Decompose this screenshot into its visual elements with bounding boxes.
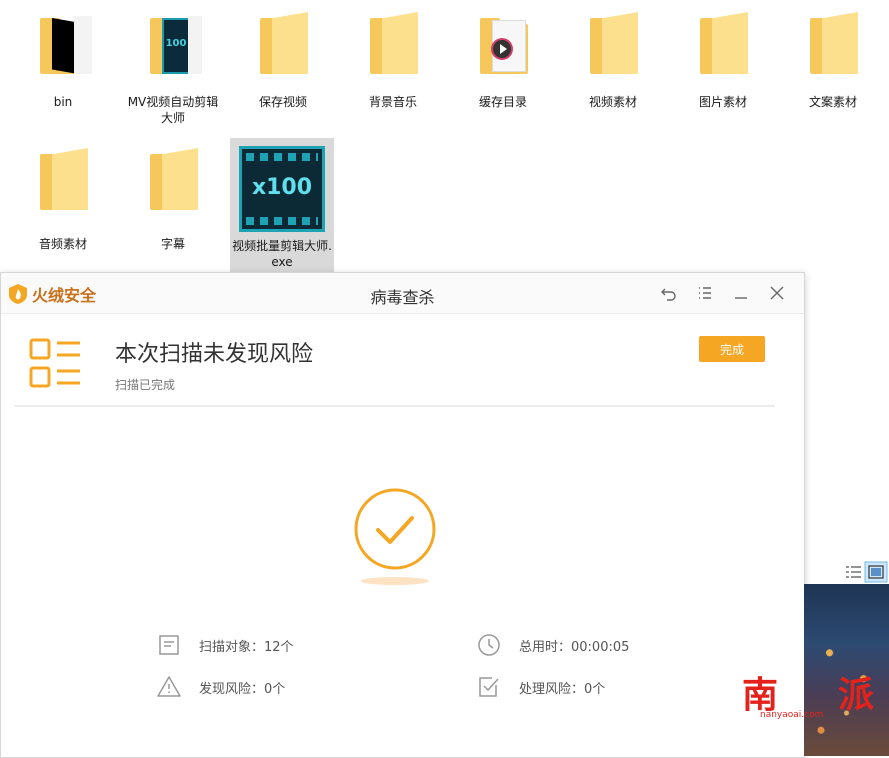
folder-text-assets[interactable]: 文案素材 xyxy=(784,10,882,130)
minimize-icon xyxy=(735,297,747,299)
undo-icon xyxy=(661,288,676,301)
clock-icon xyxy=(478,634,500,656)
back-button[interactable] xyxy=(659,283,679,303)
folder-icon xyxy=(476,10,532,78)
checkbox-icon xyxy=(479,677,499,697)
file-label: 背景音乐 xyxy=(368,95,417,109)
file-label: bin xyxy=(53,95,73,109)
divider xyxy=(15,405,775,407)
result-title: 本次扫描未发现风险 xyxy=(115,342,314,367)
stat-risks-found: 发现风险：0个 xyxy=(157,675,285,699)
preview-image xyxy=(804,584,889,756)
file-label: 缓存目录 xyxy=(478,95,527,109)
stat-risks-handled: 处理风险：0个 xyxy=(477,675,605,699)
file-label: 视频批量剪辑大师.exe xyxy=(232,239,332,269)
document-icon xyxy=(159,635,179,655)
stat-scan-objects: 扫描对象：12个 xyxy=(157,633,294,657)
result-subtitle: 扫描已完成 xyxy=(115,378,176,392)
watermark-url: nanyaoai.com xyxy=(760,710,824,720)
details-view-icon xyxy=(846,566,861,578)
folder-icon: 100 xyxy=(146,10,202,78)
folder-icon xyxy=(36,10,92,78)
stat-text: 发现风险：0个 xyxy=(199,681,286,697)
folder-audio-assets[interactable]: 音频素材 xyxy=(14,146,112,262)
file-label: 图片素材 xyxy=(698,95,747,109)
stat-text: 总用时：00:00:05 xyxy=(519,639,630,655)
dialog-title: 病毒查杀 xyxy=(370,288,435,307)
file-label: 保存视频 xyxy=(258,95,307,109)
folder-icon xyxy=(696,10,752,78)
folder-mv-editor[interactable]: 100 MV视频自动剪辑大师 xyxy=(124,10,222,136)
folder-bgm[interactable]: 背景音乐 xyxy=(344,10,442,130)
file-label: 字幕 xyxy=(160,237,185,251)
scan-report-icon xyxy=(29,338,80,388)
folder-bin[interactable]: bin xyxy=(14,10,112,130)
folder-icon xyxy=(366,10,422,78)
app-icon-text: x100 xyxy=(251,175,313,200)
folder-image-assets[interactable]: 图片素材 xyxy=(674,10,772,130)
app-icon: x100 xyxy=(239,146,325,232)
check-shadow xyxy=(361,577,429,585)
folder-icon xyxy=(36,146,92,214)
done-button[interactable]: 完成 xyxy=(699,336,765,362)
stat-text: 处理风险：0个 xyxy=(519,681,606,697)
stat-total-time: 总用时：00:00:05 xyxy=(477,633,629,657)
warning-icon xyxy=(157,676,181,697)
virus-scan-dialog: 火绒安全 病毒查杀 本次扫描未发现风险 扫描已完成 完成 扫描对象：12个 总用… xyxy=(0,272,805,758)
folder-saved-videos[interactable]: 保存视频 xyxy=(234,10,332,130)
app-badge-text: 100 xyxy=(165,38,187,49)
file-batch-editor-exe[interactable]: x100 视频批量剪辑大师.exe xyxy=(230,138,334,272)
close-button[interactable] xyxy=(767,283,787,303)
folder-video-assets[interactable]: 视频素材 xyxy=(564,10,662,130)
menu-icon xyxy=(699,287,711,299)
stat-text: 扫描对象：12个 xyxy=(199,639,294,655)
folder-icon xyxy=(586,10,642,78)
folder-cache[interactable]: 缓存目录 xyxy=(454,10,552,130)
watermark-char: 派 xyxy=(838,675,875,716)
menu-button[interactable] xyxy=(695,283,715,303)
file-label: 视频素材 xyxy=(588,95,637,109)
folder-subtitles[interactable]: 字幕 xyxy=(124,146,222,262)
success-check-icon xyxy=(354,488,436,570)
file-label: 文案素材 xyxy=(808,95,857,109)
folder-icon xyxy=(806,10,862,78)
close-icon xyxy=(770,286,784,300)
view-mode-toggle[interactable] xyxy=(843,561,889,583)
file-label: 音频素材 xyxy=(38,237,87,251)
folder-icon xyxy=(256,10,312,78)
title-bar[interactable]: 火绒安全 病毒查杀 xyxy=(1,273,804,314)
minimize-button[interactable] xyxy=(731,283,751,303)
file-label: MV视频自动剪辑大师 xyxy=(127,95,219,125)
folder-icon xyxy=(146,146,202,214)
